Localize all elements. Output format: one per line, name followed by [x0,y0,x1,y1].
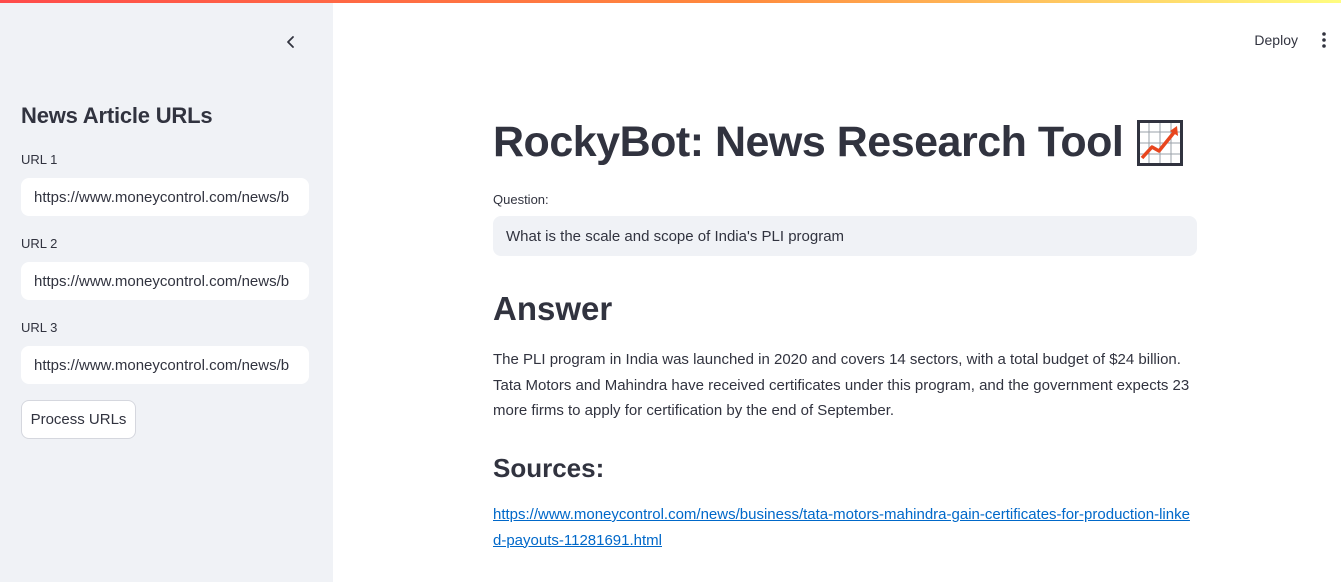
url-2-input[interactable] [21,262,309,300]
url-1-input[interactable] [21,178,309,216]
page-title-text: RockyBot: News Research Tool [493,118,1124,166]
url-2-label: URL 2 [21,236,58,251]
source-link[interactable]: https://www.moneycontrol.com/news/busine… [493,502,1197,553]
main-menu-button[interactable] [1316,28,1332,52]
question-input[interactable] [493,216,1197,256]
url-3-label: URL 3 [21,320,58,335]
chart-increasing-icon [1137,119,1184,166]
header-actions: Deploy [1254,28,1341,52]
url-3-input[interactable] [21,346,309,384]
sidebar-title: News Article URLs [21,103,213,128]
top-decoration-bar [0,0,1341,3]
more-vertical-icon [1322,32,1326,48]
question-label: Question: [493,192,549,207]
chevron-left-icon [287,36,294,48]
answer-heading: Answer [493,290,613,327]
answer-text: The PLI program in India was launched in… [493,351,1190,419]
sources-heading: Sources: [493,453,605,483]
page-title: RockyBot: News Research Tool [493,118,1184,167]
collapse-sidebar-button[interactable] [280,31,302,53]
process-urls-button[interactable]: Process URLs [21,400,136,439]
deploy-button[interactable]: Deploy [1254,32,1298,48]
url-1-label: URL 1 [21,152,58,167]
sidebar: News Article URLs URL 1 URL 2 URL 3 Proc… [0,0,333,582]
